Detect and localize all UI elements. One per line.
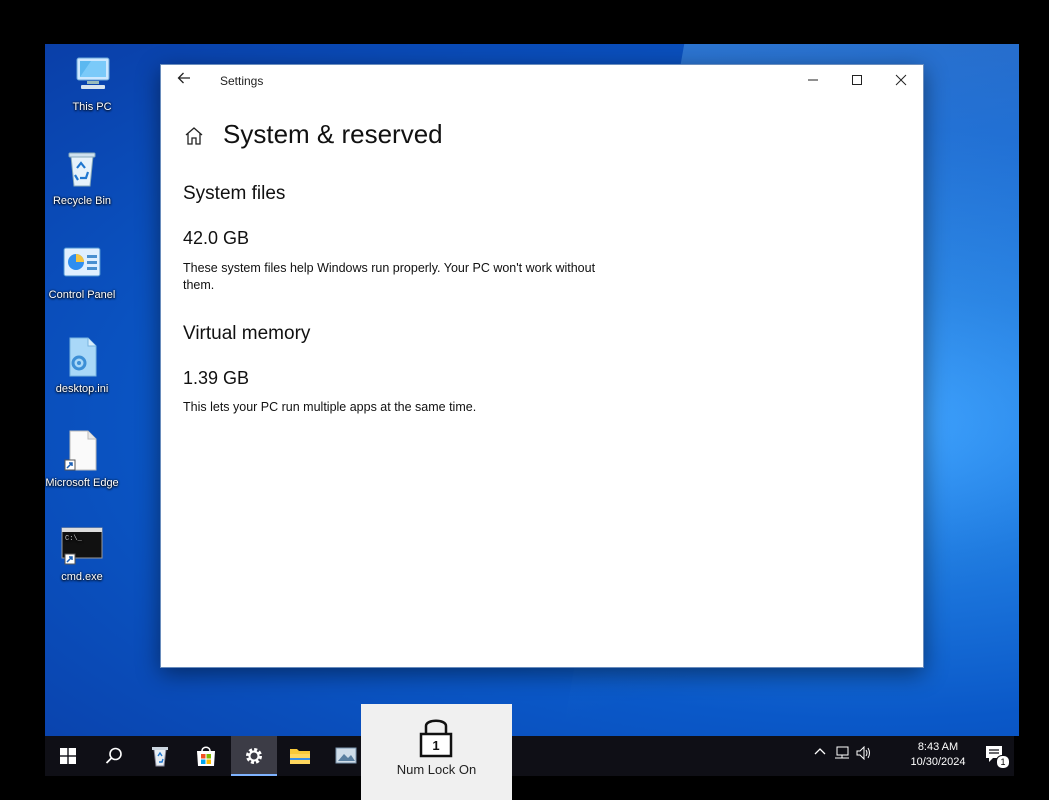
- notification-center-button[interactable]: 1: [984, 744, 1010, 769]
- desktop-icon-label: Recycle Bin: [52, 195, 112, 207]
- search-button[interactable]: [91, 736, 137, 776]
- system-files-description: These system files help Windows run prop…: [183, 261, 596, 292]
- start-icon: [60, 748, 76, 764]
- virtual-memory-description: This lets your PC run multiple apps at t…: [183, 400, 477, 414]
- clock[interactable]: 8:43 AM 10/30/2024: [906, 740, 970, 770]
- num-lock-osd: 1 Num Lock On: [361, 704, 512, 800]
- recycle-icon: [152, 747, 168, 767]
- unlock-icon: 1: [419, 716, 453, 758]
- file-explorer-icon: [290, 749, 310, 764]
- system-files-size: 42.0 GB: [183, 228, 250, 248]
- shortcut-file-icon: [61, 430, 103, 472]
- svg-text:C:\_: C:\_: [65, 535, 83, 543]
- clock-date: 10/30/2024: [910, 756, 966, 768]
- system-tray: 8:43 AM 10/30/2024 1: [814, 736, 1014, 776]
- desktop-icon-label: Microsoft Edge: [45, 477, 119, 489]
- settings-icon: [246, 748, 262, 764]
- taskbar-settings-app[interactable]: [231, 736, 277, 776]
- num-lock-label: Num Lock On: [396, 762, 477, 777]
- num-lock-badge: 1: [432, 738, 440, 753]
- store-icon: [197, 746, 215, 766]
- taskbar-file-explorer[interactable]: [277, 736, 323, 776]
- close-icon: [895, 74, 907, 86]
- terminal-icon: C:\_: [61, 524, 103, 566]
- close-button[interactable]: [879, 65, 923, 97]
- page-title: System & reserved: [223, 119, 443, 149]
- window-title: Settings: [220, 74, 264, 88]
- desktop-icon-recycle-bin[interactable]: Recycle Bin: [45, 148, 119, 208]
- desktop-icon-control-panel[interactable]: Control Panel: [45, 242, 119, 302]
- start-button[interactable]: [45, 736, 91, 776]
- network-icon[interactable]: [834, 746, 850, 763]
- recycle-bin-icon: [61, 148, 103, 190]
- maximize-icon: [852, 75, 862, 85]
- section-heading-virtual-memory: Virtual memory: [183, 323, 311, 344]
- volume-icon[interactable]: [856, 745, 872, 763]
- chevron-up-icon[interactable]: [814, 746, 826, 761]
- taskbar-store-app[interactable]: [183, 736, 229, 776]
- clock-time: 8:43 AM: [917, 741, 959, 753]
- section-heading-system-files: System files: [183, 183, 286, 204]
- desktop-icon-label: cmd.exe: [61, 571, 103, 583]
- settings-window: Settings System & reserved System files …: [160, 64, 924, 668]
- back-button[interactable]: [171, 69, 197, 93]
- minimize-icon: [808, 79, 818, 81]
- virtual-memory-size: 1.39 GB: [183, 368, 250, 388]
- desktop-icon-desktop-ini[interactable]: desktop.ini: [45, 336, 119, 396]
- photos-icon: [335, 747, 357, 764]
- desktop-icon-label: desktop.ini: [55, 383, 109, 395]
- desktop-icon-label: Control Panel: [48, 289, 116, 301]
- settings-file-icon: [61, 336, 103, 378]
- computer-icon: [71, 54, 113, 96]
- control-panel-icon: [61, 242, 103, 284]
- maximize-button[interactable]: [835, 65, 879, 97]
- notification-count-badge: 1: [996, 755, 1010, 769]
- home-icon[interactable]: [183, 125, 205, 147]
- title-bar[interactable]: Settings: [161, 65, 923, 97]
- arrow-left-icon: [177, 72, 190, 84]
- desktop-icon-this-pc[interactable]: This PC: [55, 54, 129, 114]
- desktop-icon-cmd[interactable]: C:\_ cmd.exe: [45, 524, 119, 584]
- desktop-icon-label: This PC: [72, 101, 112, 113]
- taskbar-recycle-app[interactable]: [137, 736, 183, 776]
- search-icon: [105, 747, 122, 764]
- desktop-icon-microsoft-edge[interactable]: Microsoft Edge: [45, 430, 119, 490]
- minimize-button[interactable]: [791, 65, 835, 97]
- taskbar: 8:43 AM 10/30/2024 1: [45, 736, 1014, 776]
